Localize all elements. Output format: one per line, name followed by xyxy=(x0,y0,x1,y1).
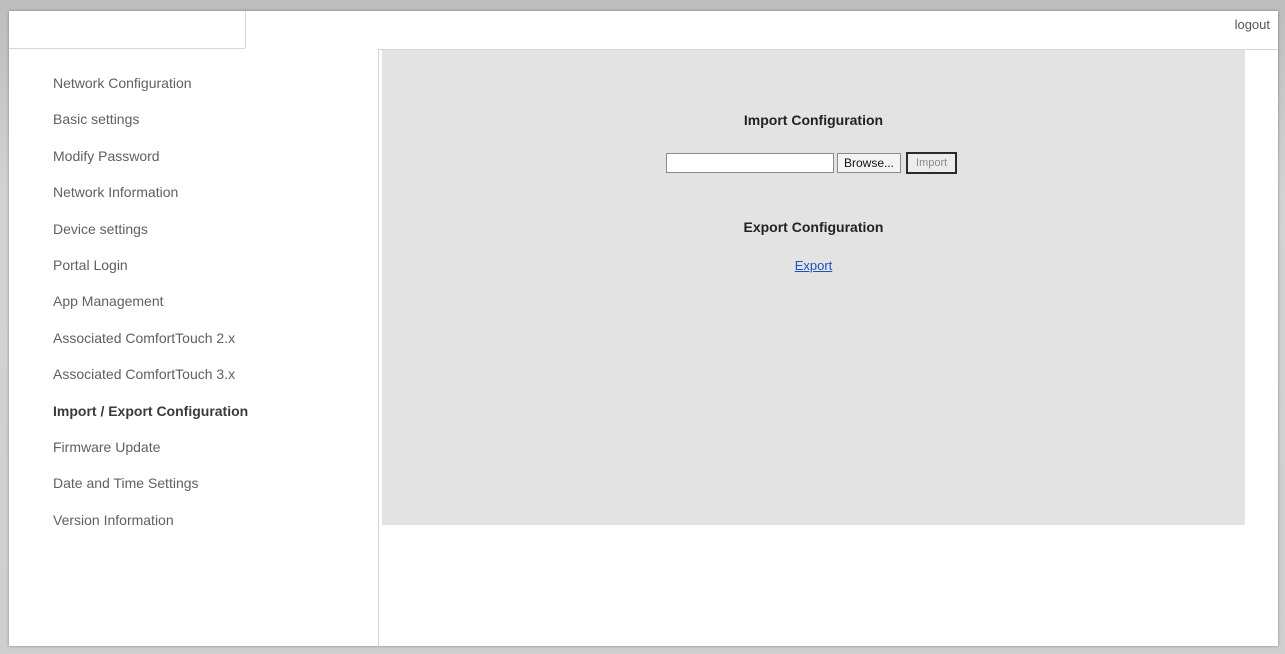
sidebar-item-modify-password[interactable]: Modify Password xyxy=(53,148,248,184)
sidebar: Network Configuration Basic settings Mod… xyxy=(9,49,379,646)
sidebar-item-firmware-update[interactable]: Firmware Update xyxy=(53,439,248,475)
sidebar-item-network-configuration[interactable]: Network Configuration xyxy=(53,75,248,111)
sidebar-item-comforttouch-3x[interactable]: Associated ComfortTouch 3.x xyxy=(53,366,248,402)
sidebar-nav: Network Configuration Basic settings Mod… xyxy=(53,75,248,548)
import-form: Browse... Import xyxy=(666,152,958,174)
sidebar-item-basic-settings[interactable]: Basic settings xyxy=(53,111,248,147)
import-button[interactable]: Import xyxy=(906,152,958,174)
sidebar-item-version-information[interactable]: Version Information xyxy=(53,512,248,548)
sidebar-item-app-management[interactable]: App Management xyxy=(53,293,248,329)
sidebar-item-date-time-settings[interactable]: Date and Time Settings xyxy=(53,475,248,511)
sidebar-item-comforttouch-2x[interactable]: Associated ComfortTouch 2.x xyxy=(53,330,248,366)
export-link-container: Export xyxy=(382,258,1245,273)
export-section-title: Export Configuration xyxy=(743,219,884,235)
window-frame: logout Network Configuration Basic setti… xyxy=(0,0,1285,654)
header-bar: logout xyxy=(379,11,1278,50)
import-section-title: Import Configuration xyxy=(743,112,884,128)
sidebar-item-portal-login[interactable]: Portal Login xyxy=(53,257,248,293)
header-left-strip xyxy=(9,11,245,49)
logout-link[interactable]: logout xyxy=(1235,17,1270,32)
file-path-input[interactable] xyxy=(666,153,834,173)
browse-button[interactable]: Browse... xyxy=(837,153,902,173)
sidebar-item-device-settings[interactable]: Device settings xyxy=(53,221,248,257)
app-window: logout Network Configuration Basic setti… xyxy=(9,11,1278,646)
sidebar-item-import-export[interactable]: Import / Export Configuration xyxy=(53,403,248,439)
header-mid-strip xyxy=(245,11,379,48)
export-link[interactable]: Export xyxy=(795,258,833,273)
sidebar-item-network-information[interactable]: Network Information xyxy=(53,184,248,220)
main-content-panel: Import Configuration Browse... Import Ex… xyxy=(382,50,1245,525)
